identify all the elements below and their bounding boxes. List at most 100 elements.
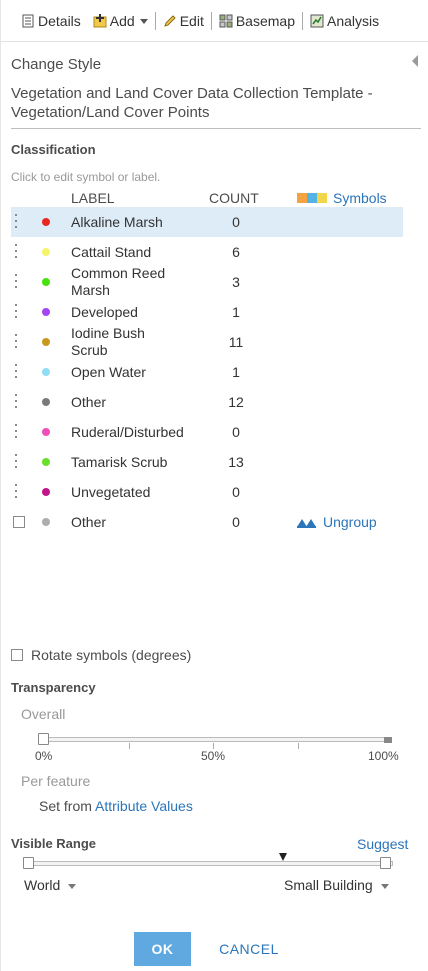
class-label[interactable]: Alkaline Marsh (71, 214, 183, 230)
add-label: Add (109, 12, 135, 29)
edit-button[interactable]: Edit (163, 0, 204, 42)
details-button[interactable]: Details (21, 0, 81, 42)
max-scale-dropdown[interactable]: Small Building (284, 877, 389, 893)
symbol-swatch[interactable] (42, 458, 50, 466)
panel-title: Change Style (11, 56, 102, 73)
add-icon (93, 13, 107, 27)
symbol-swatch[interactable] (42, 488, 50, 496)
class-label[interactable]: Open Water (71, 364, 183, 380)
add-button[interactable]: Add (93, 0, 148, 42)
drag-handle-icon[interactable] (15, 304, 18, 318)
symbol-swatch[interactable] (42, 368, 50, 376)
chevron-down-icon (68, 883, 77, 889)
class-count: 11 (228, 334, 244, 350)
drag-handle-icon[interactable] (15, 424, 18, 438)
drag-handle-icon[interactable] (15, 244, 18, 258)
class-label[interactable]: Iodine Bush Scrub (71, 325, 183, 359)
symbols-link[interactable]: Symbols (297, 190, 387, 206)
rotate-symbols-label: Rotate symbols (degrees) (31, 647, 192, 663)
class-count: 13 (228, 454, 244, 470)
ok-button[interactable]: OK (134, 932, 191, 966)
classification-row[interactable]: Other 12 (11, 387, 403, 417)
class-count: 6 (232, 244, 240, 260)
classification-row[interactable]: Ruderal/Disturbed 0 (11, 417, 403, 447)
classification-row[interactable]: Open Water 1 (11, 357, 403, 387)
max-scale-handle[interactable] (380, 857, 391, 869)
classification-row[interactable]: Cattail Stand 6 (11, 237, 403, 267)
drag-handle-icon[interactable] (15, 334, 18, 348)
classification-row[interactable]: Common Reed Marsh 3 (11, 265, 403, 299)
symbol-swatch[interactable] (42, 278, 50, 286)
class-count: 12 (228, 394, 244, 410)
symbols-link-label: Symbols (333, 190, 387, 206)
min-scale-dropdown[interactable]: World (24, 877, 77, 893)
class-label[interactable]: Developed (71, 304, 183, 320)
attribute-values-link[interactable]: Attribute Values (95, 798, 193, 814)
class-label[interactable]: Ruderal/Disturbed (71, 424, 183, 440)
max-scale-value: Small Building (284, 877, 373, 893)
rotate-symbols-checkbox[interactable] (11, 649, 23, 661)
rotate-symbols-option[interactable]: Rotate symbols (degrees) (11, 647, 191, 663)
other-symbol-swatch[interactable] (42, 518, 50, 526)
symbol-swatch[interactable] (42, 308, 50, 316)
class-label[interactable]: Cattail Stand (71, 244, 183, 260)
class-label[interactable]: Common Reed Marsh (71, 265, 183, 299)
drag-handle-icon[interactable] (15, 454, 18, 468)
slider-tick (129, 743, 130, 749)
overall-label: Overall (21, 706, 66, 722)
class-label[interactable]: Tamarisk Scrub (71, 454, 183, 470)
edit-label: Edit (179, 12, 204, 29)
symbol-swatch[interactable] (42, 248, 50, 256)
analysis-button[interactable]: Analysis (310, 0, 379, 42)
min-scale-handle[interactable] (23, 857, 34, 869)
tick-label-max: 100% (368, 749, 399, 763)
drag-handle-icon[interactable] (15, 394, 18, 408)
layer-name: Vegetation and Land Cover Data Collectio… (11, 85, 373, 121)
analysis-icon (310, 14, 324, 27)
other-checkbox[interactable] (13, 516, 25, 528)
toolbar-divider (210, 11, 212, 30)
classification-row[interactable]: Developed 1 (11, 297, 403, 327)
classification-row[interactable]: Unvegetated 0 (11, 477, 403, 507)
toolbar-divider (154, 11, 156, 30)
classification-row[interactable]: Iodine Bush Scrub 11 (11, 325, 403, 359)
count-column-header: COUNT (209, 190, 259, 206)
title-divider (11, 128, 421, 129)
symbol-swatch[interactable] (42, 398, 50, 406)
drag-handle-icon[interactable] (15, 364, 18, 378)
class-label[interactable]: Unvegetated (71, 484, 183, 500)
class-count: 1 (232, 364, 240, 380)
symbol-swatch[interactable] (42, 218, 50, 226)
ramp-swatch (307, 193, 317, 203)
classification-row[interactable]: Tamarisk Scrub 13 (11, 447, 403, 477)
transparency-heading: Transparency (11, 680, 96, 695)
slider-handle[interactable] (38, 733, 49, 745)
range-track[interactable] (25, 861, 393, 866)
collapse-panel-icon[interactable] (412, 55, 418, 67)
drag-handle-icon[interactable] (15, 214, 18, 228)
classification-list: Alkaline Marsh 0 Cattail Stand 6 Common Reed… (11, 207, 403, 537)
tick-label-min: 0% (35, 749, 53, 763)
basemap-button[interactable]: Basemap (219, 0, 295, 42)
basemap-label: Basemap (235, 12, 295, 29)
symbol-swatch[interactable] (42, 338, 50, 346)
slider-track[interactable] (39, 737, 391, 742)
drag-handle-icon[interactable] (15, 484, 18, 498)
pencil-icon (163, 14, 176, 27)
cancel-button[interactable]: CANCEL (211, 932, 287, 966)
basemap-grid-icon (219, 14, 233, 27)
other-label: Other (71, 514, 107, 530)
drag-handle-icon[interactable] (15, 274, 18, 288)
ungroup-link[interactable]: Ungroup (297, 514, 377, 530)
classification-row[interactable]: Alkaline Marsh 0 (11, 207, 403, 237)
per-feature-label: Per feature (21, 773, 91, 789)
slider-tick (298, 743, 299, 749)
other-row[interactable]: Other 0 Ungroup (11, 507, 403, 537)
min-scale-value: World (24, 877, 61, 893)
suggest-link[interactable]: Suggest (357, 836, 408, 852)
color-ramp-icon (297, 193, 327, 203)
symbol-swatch[interactable] (42, 428, 50, 436)
ramp-swatch (317, 193, 327, 203)
details-icon (22, 14, 34, 27)
class-label[interactable]: Other (71, 394, 183, 410)
